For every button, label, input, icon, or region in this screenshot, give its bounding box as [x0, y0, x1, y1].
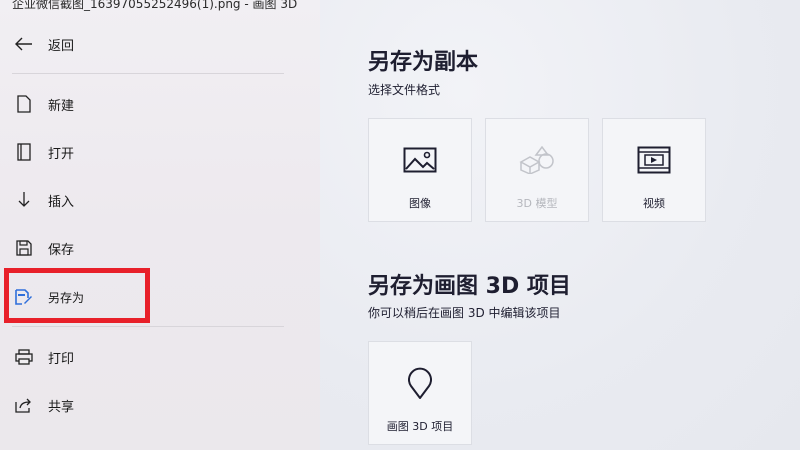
save-copy-title: 另存为副本: [368, 50, 479, 75]
back-button[interactable]: 返回: [0, 24, 300, 64]
sidebar-item-share[interactable]: 共享: [0, 385, 300, 425]
selection-highlight: [4, 268, 150, 323]
open-icon: [14, 142, 34, 162]
insert-icon: [14, 190, 34, 210]
video-icon: [603, 145, 705, 175]
3d-model-format-tile[interactable]: 3D 模型: [485, 118, 589, 222]
sidebar-item-label: 保存: [48, 242, 75, 258]
sidebar-item-new[interactable]: 新建: [0, 84, 300, 124]
sidebar-item-print[interactable]: 打印: [0, 337, 300, 377]
image-icon: [369, 145, 471, 175]
paint3d-project-tile[interactable]: 画图 3D 项目: [368, 341, 472, 445]
share-icon: [14, 395, 34, 415]
save-project-title: 另存为画图 3D 项目: [368, 274, 571, 299]
save-copy-subtitle: 选择文件格式: [368, 83, 441, 97]
sidebar-item-label: 打印: [48, 351, 75, 367]
back-label: 返回: [48, 38, 75, 54]
image-format-tile[interactable]: 图像: [368, 118, 472, 222]
sidebar-item-label: 插入: [48, 194, 75, 210]
sidebar-item-save[interactable]: 保存: [0, 228, 300, 268]
window-title: 企业微信截图_16397055252496(1).png - 画图 3D: [12, 0, 298, 11]
sidebar-item-open[interactable]: 打开: [0, 132, 300, 172]
sidebar: 返回 新建 打开 插入 保存 另存为 打印 共享: [0, 0, 320, 450]
save-icon: [14, 238, 34, 258]
divider: [12, 73, 284, 74]
document-icon: [14, 94, 34, 114]
tile-label: 画图 3D 项目: [386, 420, 454, 433]
3d-shapes-icon: [486, 145, 588, 175]
tile-label: 视频: [643, 197, 665, 210]
main-panel: 另存为副本 选择文件格式 图像 3D 模型 视频 另存为画图 3D 项目 你可以…: [320, 0, 800, 450]
sidebar-item-label: 新建: [48, 98, 75, 114]
sidebar-item-label: 共享: [48, 399, 75, 415]
save-project-subtitle: 你可以稍后在画图 3D 中编辑该项目: [368, 306, 561, 320]
tile-label: 图像: [409, 197, 431, 210]
print-icon: [14, 347, 34, 367]
sidebar-item-label: 打开: [48, 146, 75, 162]
tile-label: 3D 模型: [516, 197, 558, 210]
back-arrow-icon: [14, 34, 34, 54]
paint3d-project-icon: [369, 367, 471, 399]
divider: [12, 326, 284, 327]
video-format-tile[interactable]: 视频: [602, 118, 706, 222]
sidebar-item-insert[interactable]: 插入: [0, 180, 300, 220]
